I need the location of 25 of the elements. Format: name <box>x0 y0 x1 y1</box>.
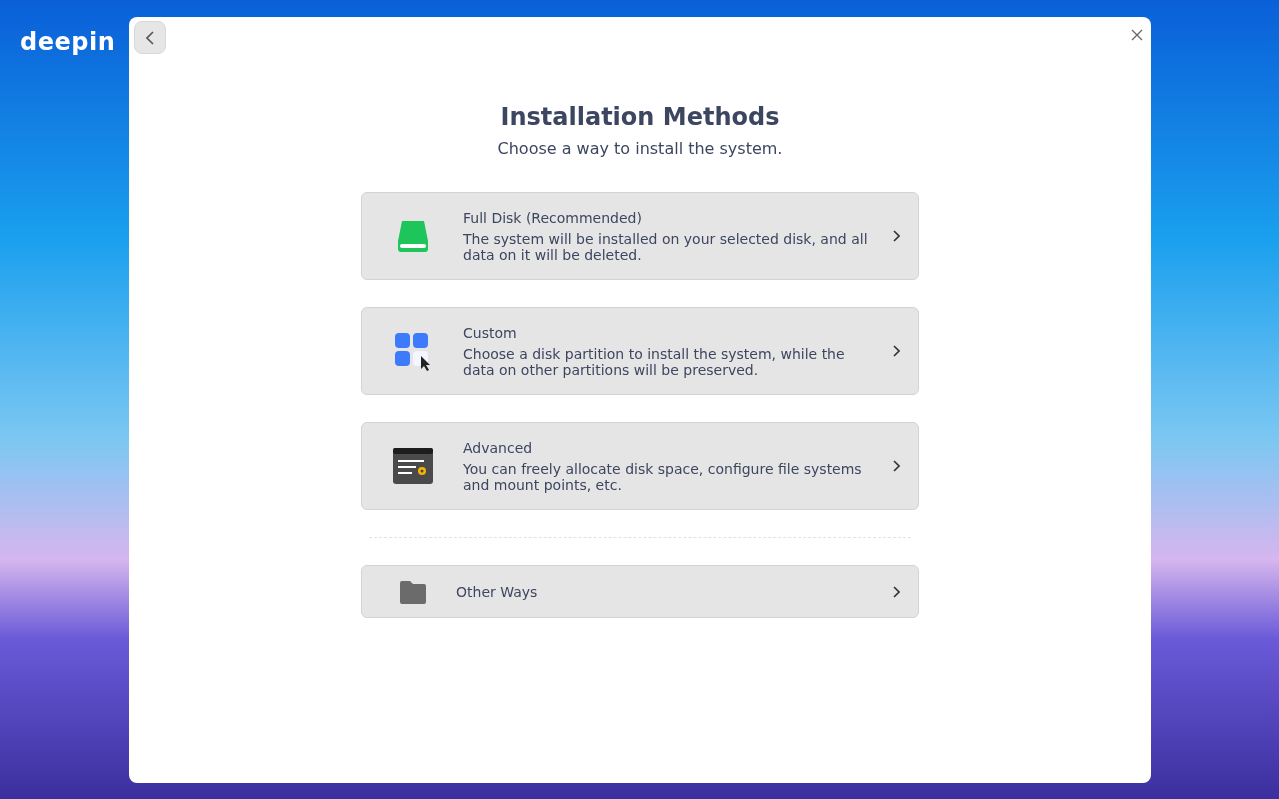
method-title: Advanced <box>463 439 534 456</box>
other-ways-card[interactable]: Other Ways <box>361 565 919 618</box>
install-method-card[interactable]: Full Disk (Recommended) The system will be installed on your selected disk, and all data on it will be deleted. <box>361 192 919 280</box>
back-button[interactable] <box>134 21 166 54</box>
close-icon <box>1131 29 1143 41</box>
install-method-card[interactable]: Custom Choose a disk partition to install the system, while the data on other partitions will be preserved. <box>361 307 919 395</box>
dialog-title: Installation Methods <box>500 103 780 131</box>
method-title: Other Ways <box>456 583 539 600</box>
method-description: You can freely allocate disk space, configure file systems and mount points, etc. <box>463 460 863 493</box>
chevron-right-icon <box>892 345 900 357</box>
settings-window-icon <box>392 446 434 486</box>
chevron-right-icon <box>892 230 900 242</box>
method-title: Custom <box>463 324 518 341</box>
method-title: Full Disk (Recommended) <box>463 209 643 226</box>
chevron-right-icon <box>892 585 900 598</box>
folder-icon <box>398 578 428 605</box>
app-grid-icon <box>393 331 433 371</box>
method-description: Choose a disk partition to install the system, while the data on other partitions will be preserved. <box>463 345 846 378</box>
install-method-card[interactable]: Advanced You can freely allocate disk space, configure file systems and mount points, etc. <box>361 422 919 510</box>
chevron-right-icon <box>892 460 900 472</box>
close-button[interactable] <box>1129 27 1145 43</box>
method-description: The system will be installed on your selected disk, and all data on it will be deleted. <box>463 230 869 263</box>
chevron-left-icon <box>146 30 154 45</box>
dialog-subtitle: Choose a way to install the system. <box>497 139 783 158</box>
deepin-logo: deepin <box>20 28 117 56</box>
